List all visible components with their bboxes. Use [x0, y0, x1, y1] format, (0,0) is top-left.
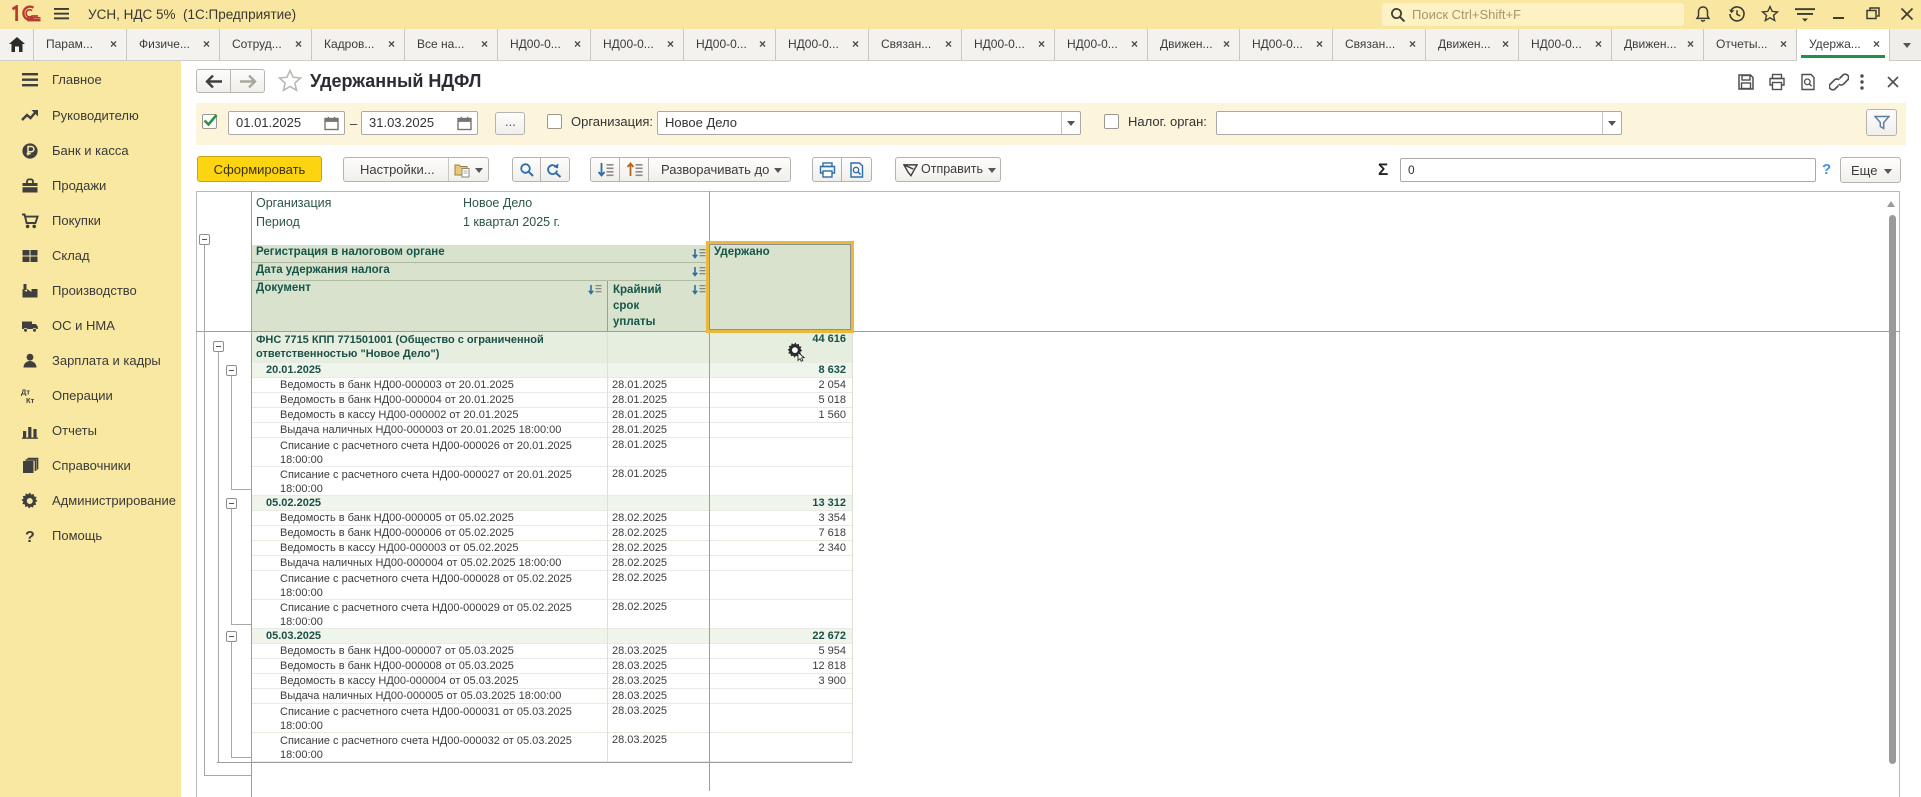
svg-text:Кт: Кт [26, 396, 35, 405]
svg-text:?: ? [25, 529, 35, 545]
